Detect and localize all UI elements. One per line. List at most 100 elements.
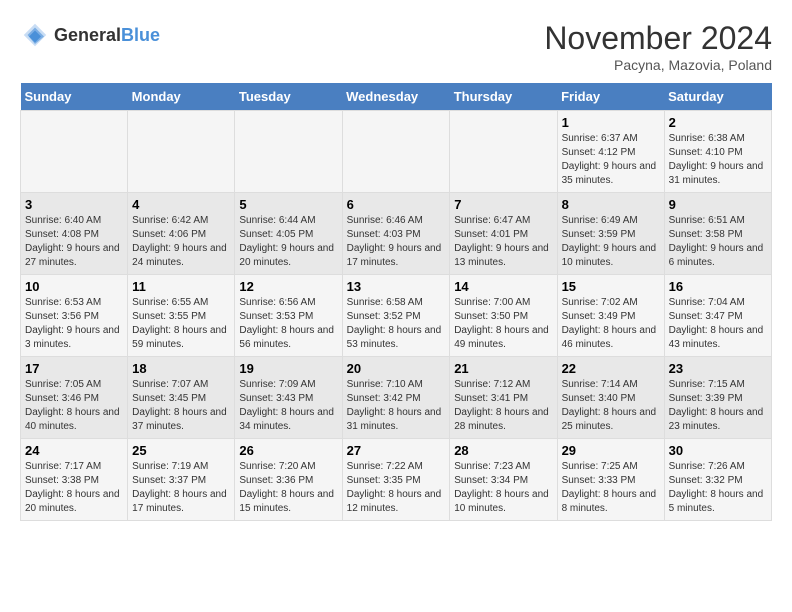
logo-icon xyxy=(20,20,50,50)
day-number: 29 xyxy=(562,443,660,458)
calendar-cell: 14 Sunrise: 7:00 AM Sunset: 3:50 PM Dayli… xyxy=(450,275,557,357)
calendar-cell: 9 Sunrise: 6:51 AM Sunset: 3:58 PM Daylig… xyxy=(664,193,771,275)
calendar-cell: 12 Sunrise: 6:56 AM Sunset: 3:53 PM Dayli… xyxy=(235,275,342,357)
day-info: Sunrise: 7:04 AM Sunset: 3:47 PM Dayligh… xyxy=(669,296,767,352)
day-number: 16 xyxy=(669,279,767,294)
day-number: 11 xyxy=(132,279,230,294)
day-info: Sunrise: 6:49 AM Sunset: 3:59 PM Dayligh… xyxy=(562,214,660,270)
day-info: Sunrise: 7:05 AM Sunset: 3:46 PM Dayligh… xyxy=(25,378,123,434)
day-info: Sunrise: 6:37 AM Sunset: 4:12 PM Dayligh… xyxy=(562,132,660,188)
day-info: Sunrise: 7:20 AM Sunset: 3:36 PM Dayligh… xyxy=(239,460,337,516)
calendar-cell xyxy=(235,111,342,193)
day-info: Sunrise: 7:23 AM Sunset: 3:34 PM Dayligh… xyxy=(454,460,552,516)
day-number: 9 xyxy=(669,197,767,212)
day-number: 14 xyxy=(454,279,552,294)
day-number: 17 xyxy=(25,361,123,376)
day-info: Sunrise: 6:38 AM Sunset: 4:10 PM Dayligh… xyxy=(669,132,767,188)
week-row-3: 10 Sunrise: 6:53 AM Sunset: 3:56 PM Dayli… xyxy=(21,275,772,357)
day-number: 25 xyxy=(132,443,230,458)
calendar-cell: 27 Sunrise: 7:22 AM Sunset: 3:35 PM Dayli… xyxy=(342,439,450,521)
calendar-cell: 13Sunrise: 6:58 AM Sunset: 3:52 PM Dayli… xyxy=(342,275,450,357)
calendar-cell: 11Sunrise: 6:55 AM Sunset: 3:55 PM Dayli… xyxy=(128,275,235,357)
calendar-cell: 25Sunrise: 7:19 AM Sunset: 3:37 PM Dayli… xyxy=(128,439,235,521)
calendar-cell xyxy=(128,111,235,193)
calendar-cell: 1 Sunrise: 6:37 AM Sunset: 4:12 PM Daylig… xyxy=(557,111,664,193)
calendar-cell: 28Sunrise: 7:23 AM Sunset: 3:34 PM Dayli… xyxy=(450,439,557,521)
day-number: 18 xyxy=(132,361,230,376)
day-info: Sunrise: 6:46 AM Sunset: 4:03 PM Dayligh… xyxy=(347,214,446,270)
day-info: Sunrise: 7:12 AM Sunset: 3:41 PM Dayligh… xyxy=(454,378,552,434)
week-row-2: 3 Sunrise: 6:40 AM Sunset: 4:08 PM Daylig… xyxy=(21,193,772,275)
day-info: Sunrise: 6:53 AM Sunset: 3:56 PM Dayligh… xyxy=(25,296,123,352)
calendar-cell: 23 Sunrise: 7:15 AM Sunset: 3:39 PM Dayli… xyxy=(664,357,771,439)
day-info: Sunrise: 6:42 AM Sunset: 4:06 PM Dayligh… xyxy=(132,214,230,270)
day-info: Sunrise: 6:51 AM Sunset: 3:58 PM Dayligh… xyxy=(669,214,767,270)
day-info: Sunrise: 7:17 AM Sunset: 3:38 PM Dayligh… xyxy=(25,460,123,516)
day-number: 19 xyxy=(239,361,337,376)
logo: GeneralBlue xyxy=(20,20,160,50)
day-info: Sunrise: 7:22 AM Sunset: 3:35 PM Dayligh… xyxy=(347,460,446,516)
calendar-cell xyxy=(450,111,557,193)
calendar-cell: 4Sunrise: 6:42 AM Sunset: 4:06 PM Daylig… xyxy=(128,193,235,275)
calendar-cell: 17 Sunrise: 7:05 AM Sunset: 3:46 PM Dayli… xyxy=(21,357,128,439)
day-number: 6 xyxy=(347,197,446,212)
header-row: SundayMondayTuesdayWednesdayThursdayFrid… xyxy=(21,83,772,111)
day-number: 21 xyxy=(454,361,552,376)
day-number: 5 xyxy=(239,197,337,212)
day-number: 2 xyxy=(669,115,767,130)
calendar-cell: 26 Sunrise: 7:20 AM Sunset: 3:36 PM Dayli… xyxy=(235,439,342,521)
day-info: Sunrise: 7:26 AM Sunset: 3:32 PM Dayligh… xyxy=(669,460,767,516)
day-info: Sunrise: 7:02 AM Sunset: 3:49 PM Dayligh… xyxy=(562,296,660,352)
day-header-saturday: Saturday xyxy=(664,83,771,111)
day-number: 26 xyxy=(239,443,337,458)
day-header-sunday: Sunday xyxy=(21,83,128,111)
day-number: 1 xyxy=(562,115,660,130)
day-number: 12 xyxy=(239,279,337,294)
day-number: 7 xyxy=(454,197,552,212)
calendar-cell: 5 Sunrise: 6:44 AM Sunset: 4:05 PM Daylig… xyxy=(235,193,342,275)
logo-text: GeneralBlue xyxy=(54,25,160,46)
day-info: Sunrise: 7:07 AM Sunset: 3:45 PM Dayligh… xyxy=(132,378,230,434)
calendar-cell: 3 Sunrise: 6:40 AM Sunset: 4:08 PM Daylig… xyxy=(21,193,128,275)
calendar-cell: 22Sunrise: 7:14 AM Sunset: 3:40 PM Dayli… xyxy=(557,357,664,439)
calendar-table: SundayMondayTuesdayWednesdayThursdayFrid… xyxy=(20,83,772,521)
day-number: 30 xyxy=(669,443,767,458)
day-info: Sunrise: 6:44 AM Sunset: 4:05 PM Dayligh… xyxy=(239,214,337,270)
day-number: 20 xyxy=(347,361,446,376)
day-info: Sunrise: 6:58 AM Sunset: 3:52 PM Dayligh… xyxy=(347,296,446,352)
calendar-cell: 20Sunrise: 7:10 AM Sunset: 3:42 PM Dayli… xyxy=(342,357,450,439)
calendar-cell: 10 Sunrise: 6:53 AM Sunset: 3:56 PM Dayli… xyxy=(21,275,128,357)
calendar-cell: 16 Sunrise: 7:04 AM Sunset: 3:47 PM Dayli… xyxy=(664,275,771,357)
day-number: 10 xyxy=(25,279,123,294)
page-header: GeneralBlue November 2024 Pacyna, Mazovi… xyxy=(20,20,772,73)
day-header-wednesday: Wednesday xyxy=(342,83,450,111)
day-number: 3 xyxy=(25,197,123,212)
day-number: 8 xyxy=(562,197,660,212)
day-info: Sunrise: 7:09 AM Sunset: 3:43 PM Dayligh… xyxy=(239,378,337,434)
calendar-cell: 15Sunrise: 7:02 AM Sunset: 3:49 PM Dayli… xyxy=(557,275,664,357)
calendar-cell: 7Sunrise: 6:47 AM Sunset: 4:01 PM Daylig… xyxy=(450,193,557,275)
calendar-cell xyxy=(21,111,128,193)
day-info: Sunrise: 7:15 AM Sunset: 3:39 PM Dayligh… xyxy=(669,378,767,434)
day-info: Sunrise: 7:00 AM Sunset: 3:50 PM Dayligh… xyxy=(454,296,552,352)
calendar-cell: 2 Sunrise: 6:38 AM Sunset: 4:10 PM Daylig… xyxy=(664,111,771,193)
calendar-cell: 24 Sunrise: 7:17 AM Sunset: 3:38 PM Dayli… xyxy=(21,439,128,521)
calendar-cell: 6 Sunrise: 6:46 AM Sunset: 4:03 PM Daylig… xyxy=(342,193,450,275)
calendar-cell: 18 Sunrise: 7:07 AM Sunset: 3:45 PM Dayli… xyxy=(128,357,235,439)
day-number: 24 xyxy=(25,443,123,458)
day-info: Sunrise: 7:25 AM Sunset: 3:33 PM Dayligh… xyxy=(562,460,660,516)
title-section: November 2024 Pacyna, Mazovia, Poland xyxy=(544,20,772,73)
day-info: Sunrise: 6:56 AM Sunset: 3:53 PM Dayligh… xyxy=(239,296,337,352)
day-number: 27 xyxy=(347,443,446,458)
week-row-5: 24 Sunrise: 7:17 AM Sunset: 3:38 PM Dayli… xyxy=(21,439,772,521)
week-row-1: 1 Sunrise: 6:37 AM Sunset: 4:12 PM Daylig… xyxy=(21,111,772,193)
day-header-friday: Friday xyxy=(557,83,664,111)
calendar-cell: 30 Sunrise: 7:26 AM Sunset: 3:32 PM Dayli… xyxy=(664,439,771,521)
calendar-cell: 29 Sunrise: 7:25 AM Sunset: 3:33 PM Dayli… xyxy=(557,439,664,521)
location: Pacyna, Mazovia, Poland xyxy=(544,57,772,73)
day-header-tuesday: Tuesday xyxy=(235,83,342,111)
calendar-cell: 19 Sunrise: 7:09 AM Sunset: 3:43 PM Dayli… xyxy=(235,357,342,439)
day-info: Sunrise: 6:40 AM Sunset: 4:08 PM Dayligh… xyxy=(25,214,123,270)
day-header-thursday: Thursday xyxy=(450,83,557,111)
day-number: 23 xyxy=(669,361,767,376)
